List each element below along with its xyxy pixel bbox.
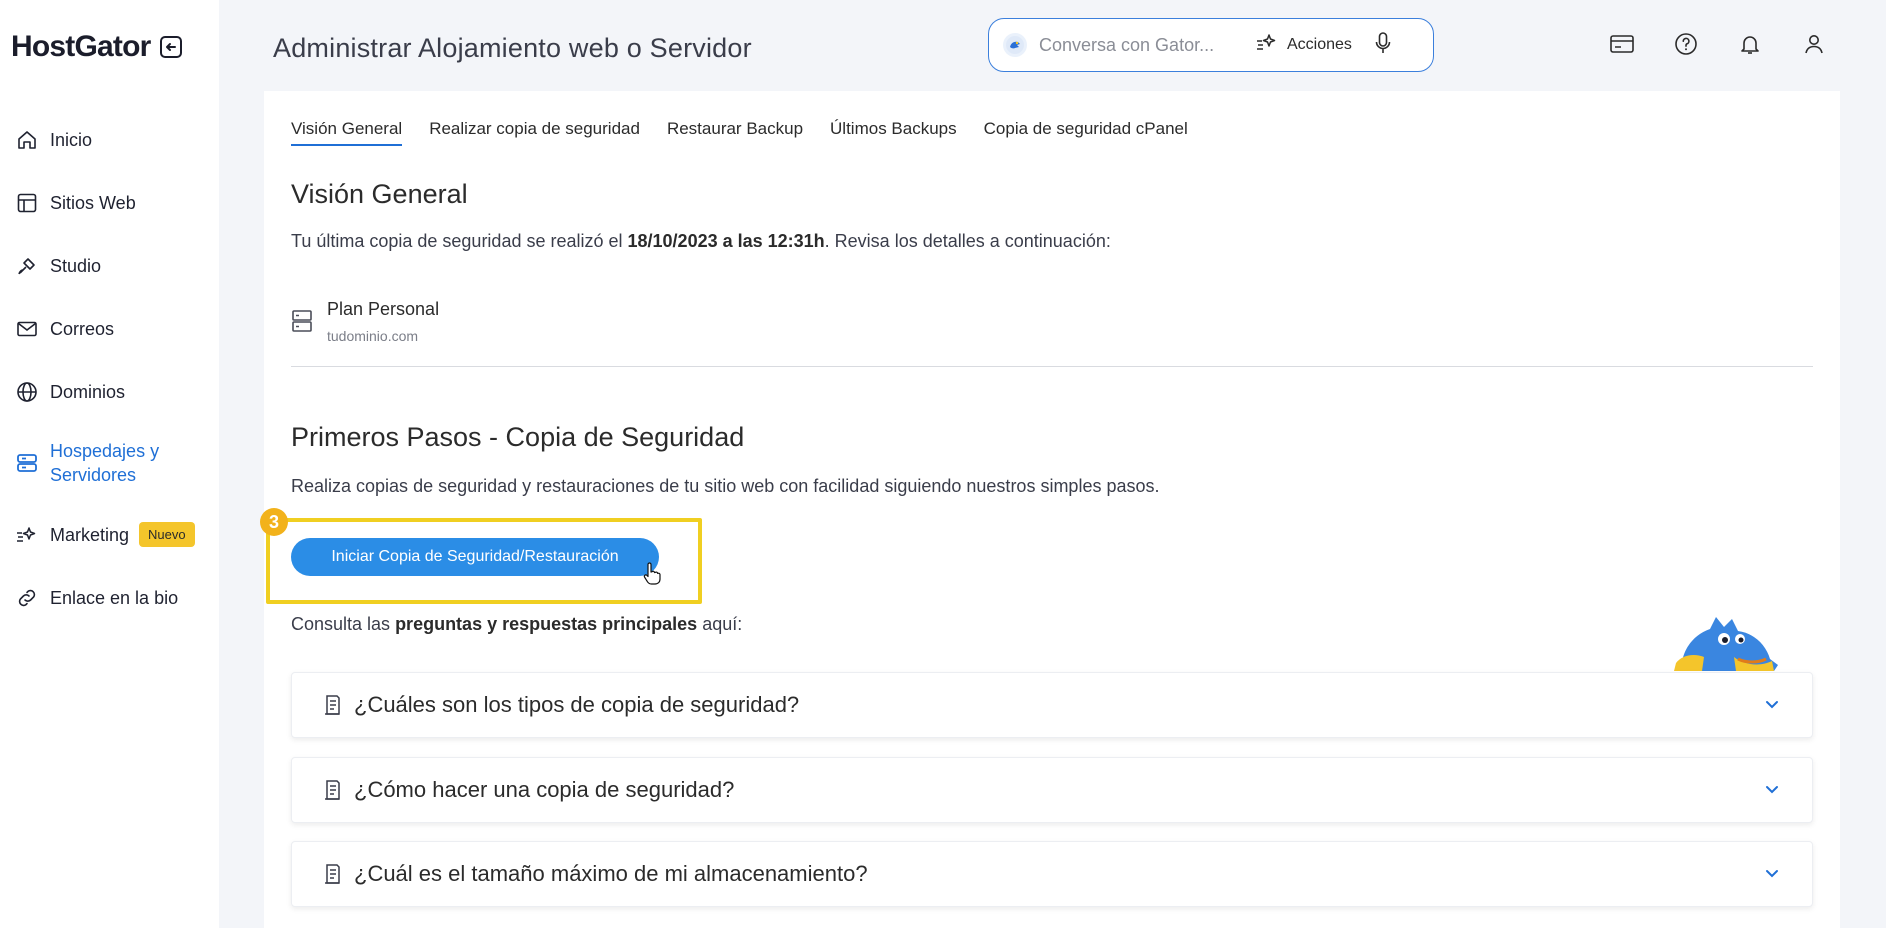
plan-name: Plan Personal	[327, 299, 440, 319]
actions-button[interactable]: Acciones	[1255, 32, 1352, 59]
faq-item[interactable]: ¿Cuáles son los tipos de copia de seguri…	[291, 672, 1813, 738]
server-icon	[14, 450, 40, 476]
hand-cursor-icon	[642, 562, 662, 591]
new-badge: Nuevo	[139, 522, 195, 547]
help-icon[interactable]	[1672, 30, 1700, 58]
layout-icon	[14, 190, 40, 216]
sidebar-item-label: Inicio	[50, 129, 93, 150]
start-backup-restore-button[interactable]: Iniciar Copia de Seguridad/Restauración	[291, 538, 659, 576]
document-icon	[322, 694, 344, 716]
sidebar-item-label: Marketing	[50, 524, 130, 545]
notifications-bell-icon[interactable]	[1736, 30, 1764, 58]
sidebar-nav: Inicio Sitios Web Studio Correos Dominio…	[0, 108, 219, 629]
document-icon	[322, 779, 344, 801]
server-icon	[291, 309, 313, 338]
sidebar-item-sitios-web[interactable]: Sitios Web	[0, 171, 219, 234]
magic-wand-icon	[1255, 32, 1279, 59]
chevron-down-icon[interactable]	[1762, 780, 1782, 800]
plan-info: Plan Personal tudominio.com	[291, 299, 439, 344]
first-steps-description: Realiza copias de seguridad y restauraci…	[291, 476, 1160, 496]
sidebar-item-label: Dominios	[50, 381, 126, 402]
microphone-icon[interactable]	[1374, 31, 1392, 60]
faq-question: ¿Cuáles son los tipos de copia de seguri…	[354, 692, 800, 717]
logo-row: HostGator	[11, 30, 183, 64]
backup-card: Visión General Realizar copia de segurid…	[260, 91, 1840, 928]
sparkle-icon	[14, 522, 40, 548]
sidebar-item-correos[interactable]: Correos	[0, 297, 219, 360]
last-backup-prefix: Tu última copia de seguridad se realizó …	[291, 231, 628, 251]
last-backup-suffix: . Revisa los detalles a continuación:	[824, 231, 1111, 251]
collapse-sidebar-icon[interactable]	[160, 36, 183, 58]
sidebar-item-hospedajes[interactable]: Hospedajes y Servidores	[0, 423, 219, 503]
sidebar-item-studio[interactable]: Studio	[0, 234, 219, 297]
plan-text: Plan Personal tudominio.com	[327, 299, 439, 344]
mail-icon	[14, 316, 40, 342]
tab-restaurar-backup[interactable]: Restaurar Backup	[667, 119, 803, 146]
tab-realizar-copia[interactable]: Realizar copia de seguridad	[429, 119, 640, 146]
faq-item[interactable]: ¿Cuál es el tamaño máximo de mi almacena…	[291, 841, 1813, 907]
faq-intro-suffix: aquí:	[697, 614, 743, 634]
header-icons	[1608, 30, 1828, 58]
sidebar-item-label: Studio	[50, 255, 102, 276]
tab-ultimos-backups[interactable]: Últimos Backups	[830, 119, 957, 146]
tab-vision-general[interactable]: Visión General	[291, 119, 403, 146]
tab-copia-cpanel[interactable]: Copia de seguridad cPanel	[984, 119, 1188, 146]
sidebar-item-label: Correos	[50, 318, 115, 339]
hostgator-logo[interactable]: HostGator	[11, 30, 151, 64]
gator-chat-input[interactable]	[1039, 34, 1239, 56]
gator-chat-box: Acciones	[988, 18, 1434, 72]
billing-card-icon[interactable]	[1608, 30, 1636, 58]
globe-icon	[14, 379, 40, 405]
sidebar-item-enlace-bio[interactable]: Enlace en la bio	[0, 566, 219, 629]
gator-mascot-image	[1674, 613, 1784, 671]
faq-question: ¿Cuál es el tamaño máximo de mi almacena…	[354, 861, 868, 886]
faq-question: ¿Cómo hacer una copia de seguridad?	[354, 777, 735, 802]
faq-item[interactable]: ¿Cómo hacer una copia de seguridad?	[291, 757, 1813, 823]
actions-label: Acciones	[1287, 36, 1352, 53]
sidebar-item-marketing[interactable]: Marketing Nuevo	[0, 503, 219, 566]
overview-title: Visión General	[291, 179, 468, 209]
gator-avatar-icon	[1003, 33, 1027, 57]
first-steps-title: Primeros Pasos - Copia de Seguridad	[291, 422, 745, 452]
faq-intro-bold: preguntas y respuestas principales	[395, 614, 698, 634]
user-account-icon[interactable]	[1800, 30, 1828, 58]
last-backup-date: 18/10/2023 a las 12:31h	[627, 231, 825, 251]
chevron-down-icon[interactable]	[1762, 695, 1782, 715]
document-icon	[322, 863, 344, 885]
brush-icon	[14, 253, 40, 279]
sidebar-item-label: Sitios Web	[50, 192, 136, 213]
sidebar-item-inicio[interactable]: Inicio	[0, 108, 219, 171]
home-icon	[14, 127, 40, 153]
faq-intro-prefix: Consulta las	[291, 614, 396, 634]
sidebar-item-label: Enlace en la bio	[50, 587, 179, 608]
sidebar-item-dominios[interactable]: Dominios	[0, 360, 219, 423]
last-backup-text: Tu última copia de seguridad se realizó …	[291, 229, 1111, 253]
link-icon	[14, 585, 40, 611]
chevron-down-icon[interactable]	[1762, 864, 1782, 884]
sidebar: HostGator Inicio Sitios Web Studio Corre…	[0, 0, 219, 928]
plan-domain: tudominio.com	[327, 328, 419, 344]
sidebar-item-label: Hospedajes y Servidores	[50, 441, 160, 485]
backup-tabs: Visión General Realizar copia de segurid…	[291, 119, 1188, 146]
divider	[291, 366, 1813, 367]
page-title: Administrar Alojamiento web o Servidor	[273, 33, 752, 63]
step-number-badge: 3	[260, 508, 288, 536]
faq-intro: Consulta las preguntas y respuestas prin…	[291, 612, 742, 636]
